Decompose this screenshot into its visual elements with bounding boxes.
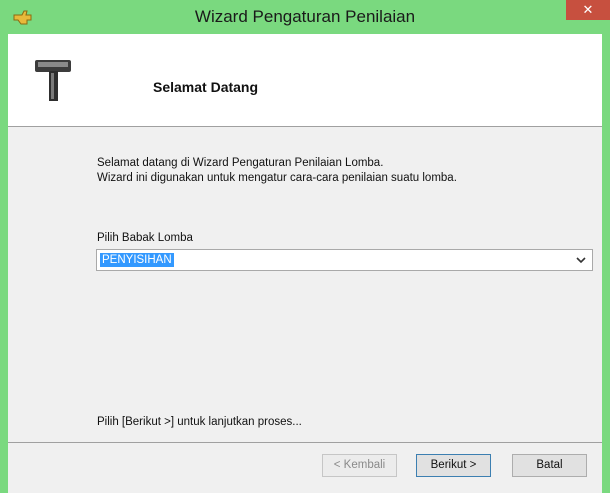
hammer-icon: [35, 60, 71, 101]
wizard-panel: Selamat Datang Selamat datang di Wizard …: [8, 34, 602, 493]
next-button[interactable]: Berikut >: [416, 454, 491, 477]
chevron-down-icon[interactable]: [576, 256, 586, 264]
round-select-label: Pilih Babak Lomba: [97, 232, 193, 244]
window-title: Wizard Pengaturan Penilaian: [194, 7, 416, 26]
close-icon: ✕: [582, 2, 594, 17]
cancel-button[interactable]: Batal: [512, 454, 587, 477]
wizard-header: Selamat Datang: [8, 34, 602, 126]
round-select[interactable]: PENYISIHAN: [96, 249, 593, 271]
intro-line-1: Selamat datang di Wizard Pengaturan Peni…: [97, 157, 384, 169]
round-select-value: PENYISIHAN: [100, 253, 174, 267]
hint-text: Pilih [Berikut >] untuk lanjutkan proses…: [97, 416, 302, 428]
footer-divider: [8, 442, 602, 443]
intro-text: Selamat datang di Wizard Pengaturan Peni…: [97, 156, 577, 186]
page-title: Selamat Datang: [153, 79, 259, 95]
back-button[interactable]: < Kembali: [322, 454, 397, 477]
close-button[interactable]: ✕: [566, 0, 610, 20]
title-bar: Wizard Pengaturan Penilaian ✕: [0, 0, 610, 34]
header-divider: [8, 126, 602, 127]
intro-line-2: Wizard ini digunakan untuk mengatur cara…: [97, 172, 457, 184]
